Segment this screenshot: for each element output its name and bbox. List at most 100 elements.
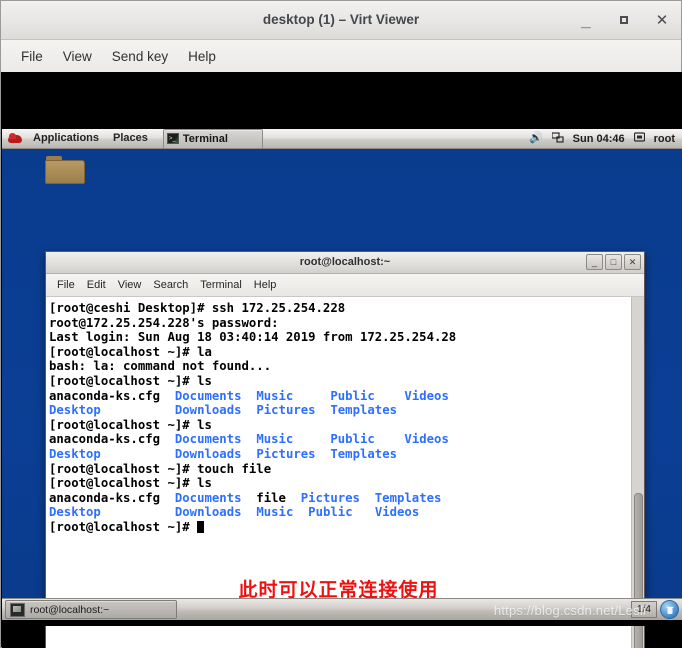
window-list-item-label: Terminal [182,132,228,145]
terminal-window-icon [10,602,25,617]
terminal-icon: >_ [166,133,179,144]
menu-view[interactable]: View [53,46,102,67]
terminal-line: [root@localhost ~]# ls [49,418,631,433]
trash-icon-svg [666,606,673,614]
taskbar-right: 1/4 [631,600,682,619]
terminal-text: bash: la: command not found... [49,359,272,374]
terminal-line: Desktop Downloads Pictures Templates [49,403,631,418]
terminal-window[interactable]: root@localhost:~ _ □ ✕ File Edit View Se… [45,251,645,648]
desktop-background[interactable]: root@localhost:~ _ □ ✕ File Edit View Se… [2,149,682,648]
terminal-text: [root@ceshi Desktop]# ssh 172.25.254.228 [49,301,346,315]
window-list-item-terminal[interactable]: >_ Terminal [162,128,263,149]
gnome-panel-left: Applications Places >_ Terminal [2,128,263,149]
terminal-menu-file[interactable]: File [51,277,81,293]
terminal-directory-name: Pictures [256,446,316,461]
terminal-directory-name: Documents [174,388,242,403]
terminal-menu-search[interactable]: Search [147,277,194,293]
terminal-text: [root@localhost ~]# [49,519,198,534]
terminal-line: [root@localhost ~]# ls [49,476,631,491]
terminal-line: Desktop Downloads Pictures Templates [49,447,631,462]
user-status-icon[interactable] [633,131,645,146]
menu-help[interactable]: Help [178,46,226,67]
trash-icon[interactable] [660,600,679,619]
terminal-text: anaconda-ks.cfg [49,490,175,505]
terminal-text: [root@localhost ~]# la [49,344,212,359]
applications-menu[interactable]: Applications [26,129,106,148]
terminal-directory-name: Templates [330,403,398,418]
terminal-line: anaconda-ks.cfg Documents file Pictures … [49,491,631,506]
taskbar-item-terminal[interactable]: root@localhost:~ [5,600,177,619]
terminal-text: file [241,490,301,505]
virt-viewer-titlebar: desktop (1) – Virt Viewer _ ✕ [1,1,681,40]
network-icon[interactable] [551,131,564,146]
terminal-line: [root@localhost ~]# [49,520,631,535]
terminal-close-icon[interactable]: ✕ [624,254,641,270]
guest-display[interactable]: Applications Places >_ Terminal 🔊 Sun 04… [2,72,682,648]
folder-icon[interactable] [45,156,85,187]
terminal-scrollbar[interactable] [631,297,644,648]
terminal-titlebar: root@localhost:~ _ □ ✕ [46,252,644,274]
terminal-directory-name: Desktop [49,505,101,520]
terminal-text: [root@localhost ~]# ls [49,476,212,491]
terminal-directory-name: Templates [374,490,442,505]
terminal-line: [root@localhost ~]# ls [49,374,631,389]
terminal-text: [root@localhost ~]# ls [49,373,212,388]
terminal-directory-name: Desktop [49,446,101,461]
terminal-directory-name: Music [256,432,294,447]
terminal-body[interactable]: [root@ceshi Desktop]# ssh 172.25.254.228… [46,297,644,648]
terminal-directory-name: Documents [174,490,242,505]
terminal-cursor [197,520,205,533]
terminal-line: root@172.25.254.228's password: [49,316,631,331]
terminal-line: [root@localhost ~]# la [49,345,631,360]
volume-icon[interactable]: 🔊 [529,133,543,144]
terminal-menubar: File Edit View Search Terminal Help [46,274,644,297]
maximize-icon[interactable] [613,9,635,31]
terminal-line: Desktop Downloads Music Public Videos [49,505,631,520]
virt-viewer-menubar: File View Send key Help [1,40,681,73]
terminal-directory-name: Desktop [49,403,101,418]
terminal-menu-edit[interactable]: Edit [81,277,112,293]
terminal-text: root@172.25.254.228's password: [49,315,279,330]
red-hat-icon [8,132,22,146]
terminal-menu-terminal[interactable]: Terminal [194,277,248,293]
minimize-icon[interactable]: _ [575,7,597,33]
terminal-text: [root@localhost ~]# ls [49,417,212,432]
terminal-directory-name: Videos [374,505,420,520]
close-icon[interactable]: ✕ [651,9,673,31]
terminal-menu-view[interactable]: View [112,277,148,293]
workspace-switcher[interactable]: 1/4 [631,601,657,618]
terminal-directory-name: Music [256,388,294,403]
terminal-line: [root@localhost ~]# touch file [49,462,631,477]
terminal-menu-help[interactable]: Help [248,277,283,293]
terminal-directory-name: Templates [330,446,398,461]
menu-file[interactable]: File [11,46,53,67]
terminal-line: Last login: Sun Aug 18 03:40:14 2019 fro… [49,330,631,345]
terminal-maximize-icon[interactable]: □ [605,254,622,270]
clock[interactable]: Sun 04:46 [573,133,625,145]
places-menu[interactable]: Places [106,129,155,148]
terminal-directory-name: Public [330,388,375,403]
terminal-title: root@localhost:~ [299,256,391,268]
terminal-directory-name: Downloads [174,446,242,461]
terminal-directory-name: Downloads [174,403,242,418]
terminal-directory-name: Music [256,505,294,520]
virt-viewer-window: desktop (1) – Virt Viewer _ ✕ File View … [0,0,682,648]
user-menu[interactable]: root [654,133,675,145]
menu-send-key[interactable]: Send key [102,46,178,67]
terminal-minimize-icon[interactable]: _ [586,254,603,270]
terminal-line: bash: la: command not found... [49,359,631,374]
network-icon-svg [551,131,564,143]
